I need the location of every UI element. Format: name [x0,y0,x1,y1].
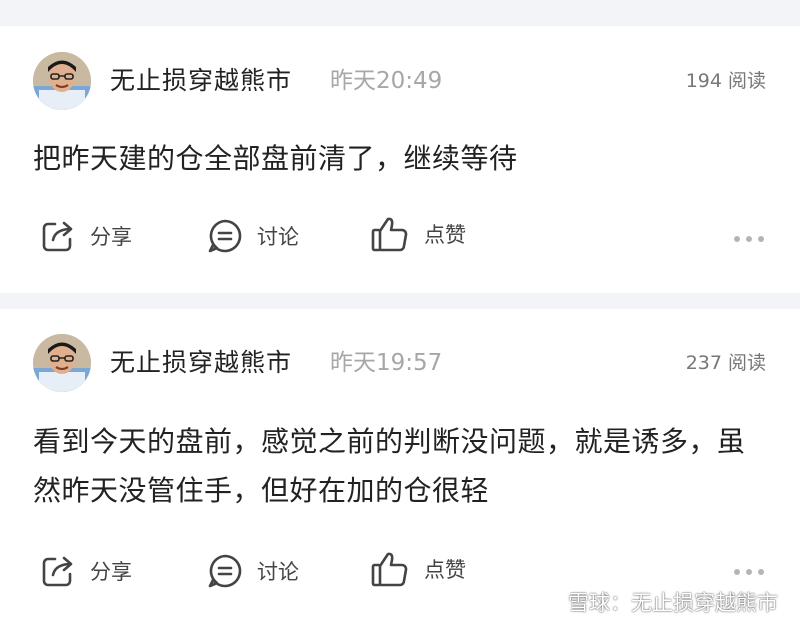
read-count: 194 阅读 [685,70,766,92]
snowball-logo-icon [536,589,562,615]
discuss-icon [208,554,242,588]
more-icon[interactable] [734,569,764,575]
discuss-icon [208,219,242,253]
post-content[interactable]: 看到今天的盘前，感觉之前的判断没问题，就是诱多，虽然昨天没管住手，但好在加的仓很… [33,417,763,515]
post-time: 昨天19:57 [330,350,443,376]
like-button[interactable]: 点赞 [370,549,466,589]
like-icon [371,217,408,252]
share-label: 分享 [90,225,132,249]
like-button[interactable]: 点赞 [370,214,466,254]
author-name[interactable]: 无止损穿越熊市 [110,348,292,378]
watermark: 雪球：无止损穿越熊市 [536,587,778,617]
post-time: 昨天20:49 [330,68,443,94]
discuss-button[interactable]: 讨论 [207,216,299,256]
share-button[interactable]: 分享 [40,551,132,591]
share-icon [42,221,73,252]
read-count: 237 阅读 [685,352,766,374]
like-label: 点赞 [424,223,466,247]
watermark-text: 雪球：无止损穿越熊市 [568,591,778,615]
discuss-button[interactable]: 讨论 [207,551,299,591]
avatar[interactable] [33,334,91,392]
post-card: 无止损穿越熊市 昨天20:49 194 阅读 把昨天建的仓全部盘前清了，继续等待… [0,26,800,293]
more-icon[interactable] [734,236,764,242]
discuss-label: 讨论 [257,225,299,249]
like-icon [371,552,408,587]
author-name[interactable]: 无止损穿越熊市 [110,66,292,96]
discuss-label: 讨论 [257,560,299,584]
post-card: 无止损穿越熊市 昨天19:57 237 阅读 看到今天的盘前，感觉之前的判断没问… [0,309,800,627]
post-content[interactable]: 把昨天建的仓全部盘前清了，继续等待 [33,134,773,183]
like-label: 点赞 [424,558,466,582]
share-icon [42,556,73,587]
share-button[interactable]: 分享 [40,216,132,256]
avatar[interactable] [33,52,91,110]
share-label: 分享 [90,560,132,584]
